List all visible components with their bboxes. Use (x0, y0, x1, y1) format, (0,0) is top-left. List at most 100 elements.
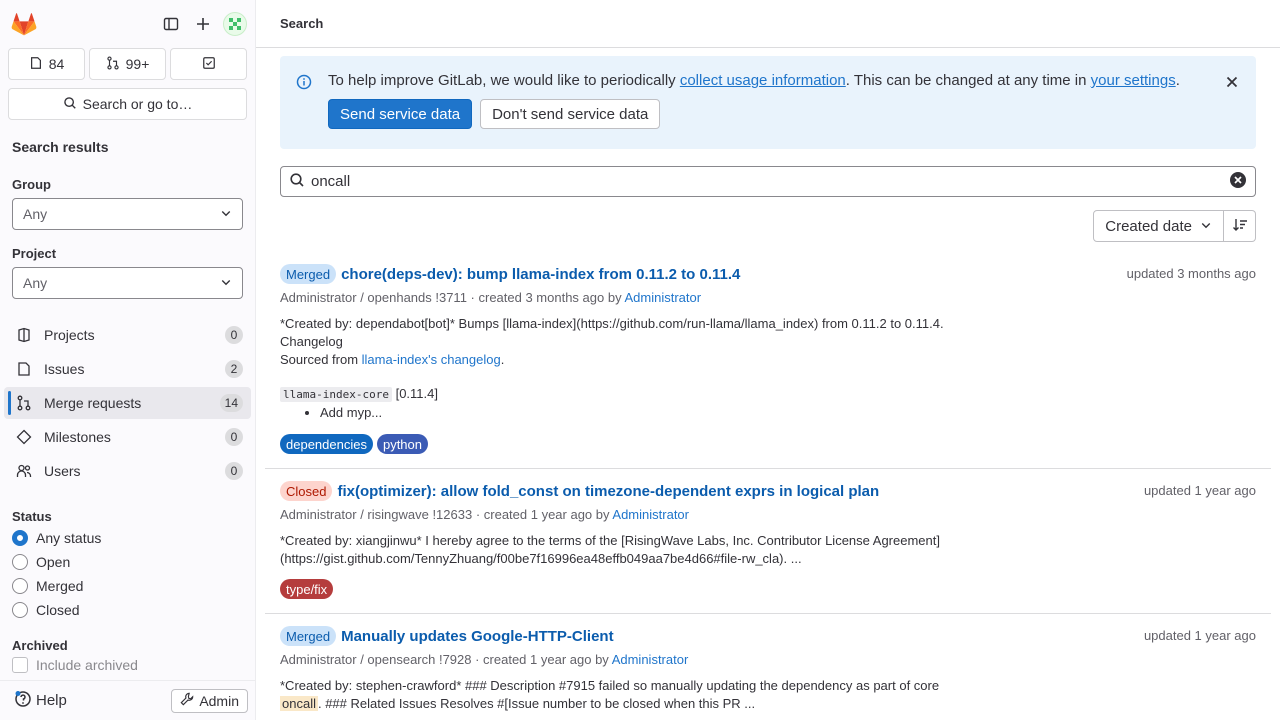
meta-path: Administrator / openhands !3711 · create… (280, 290, 625, 305)
label-type-fix[interactable]: type/fix (280, 579, 334, 599)
gitlab-logo-icon[interactable] (8, 8, 40, 40)
nav-item-issues[interactable]: Issues 2 (4, 353, 251, 385)
radio-button[interactable] (12, 554, 28, 570)
result-title-link[interactable]: fix(optimizer): allow fold_const on time… (337, 483, 879, 500)
author-link[interactable]: Administrator (612, 507, 689, 522)
status-any-radio[interactable]: Any status (12, 526, 243, 550)
code-snippet: llama-index-core (280, 387, 392, 402)
status-open-radio[interactable]: Open (12, 550, 243, 574)
help-button[interactable]: Help (14, 690, 67, 712)
chevron-down-icon (220, 206, 232, 222)
chevron-down-icon (220, 275, 232, 291)
desc-text: . (500, 352, 505, 367)
count-badge: 0 (225, 326, 243, 344)
plus-icon[interactable] (187, 8, 219, 40)
sidebar-footer: Help Admin (0, 680, 255, 720)
info-icon (296, 74, 312, 93)
sort-label: Created date (1105, 217, 1192, 235)
search-input[interactable]: oncall (280, 166, 1256, 197)
toggle-sidebar-icon[interactable] (155, 8, 187, 40)
status-closed-radio[interactable]: Closed (12, 598, 243, 622)
clear-icon[interactable] (1229, 171, 1247, 193)
merge-requests-count-button[interactable]: 99+ (89, 48, 166, 80)
sort-dropdown[interactable]: Created date (1093, 210, 1224, 242)
label-dependencies[interactable]: dependencies (280, 434, 373, 454)
desc-line: *Created by: stephen-crawford* ### Descr… (280, 678, 940, 693)
desc-text: . ### Related Issues Resolves #[Issue nu… (317, 696, 756, 711)
archived-label: Archived (12, 638, 68, 653)
changelog-link[interactable]: llama-index's changelog (362, 352, 501, 367)
status-badge: Closed (280, 481, 333, 501)
desc-line: Sourced from llama-index's changelog. (280, 351, 1256, 369)
avatar[interactable] (223, 12, 247, 36)
author-link[interactable]: Administrator (612, 652, 689, 667)
send-service-data-button[interactable]: Send service data (328, 99, 473, 129)
help-label: Help (36, 692, 67, 709)
radio-label: Open (36, 554, 71, 570)
author-link[interactable]: Administrator (624, 290, 701, 305)
checkbox[interactable] (12, 657, 28, 673)
wrench-icon (180, 692, 194, 709)
your-settings-link[interactable]: your settings (1091, 72, 1176, 89)
group-select[interactable]: Any (12, 198, 243, 230)
count-badge: 0 (225, 428, 243, 446)
label-python[interactable]: python (376, 434, 429, 454)
search-or-go-to-button[interactable]: Search or go to… (8, 88, 247, 120)
issues-icon (16, 361, 32, 377)
dont-send-service-data-button[interactable]: Don't send service data (480, 99, 661, 129)
nav-item-users[interactable]: Users 0 (4, 455, 251, 487)
project-icon (16, 327, 32, 343)
list-item: Merged Manually updates Google-HTTP-Clie… (265, 614, 1271, 720)
close-icon[interactable] (1224, 74, 1240, 93)
project-select[interactable]: Any (12, 267, 243, 299)
todo-button[interactable] (170, 48, 247, 80)
desc-line: oncall. ### Related Issues Resolves #[Is… (280, 695, 1256, 713)
radio-button[interactable] (12, 530, 28, 546)
nav-item-merge-requests[interactable]: Merge requests 14 (4, 387, 251, 419)
radio-button[interactable] (12, 602, 28, 618)
todo-icon (202, 56, 216, 73)
list-item: Closed fix(optimizer): allow fold_const … (265, 469, 1271, 614)
sidebar: 84 99+ Search or go to… Search results G… (0, 0, 256, 720)
nav-item-label: Issues (44, 361, 85, 377)
nav-item-label: Merge requests (44, 395, 142, 411)
results-list: Merged chore(deps-dev): bump llama-index… (265, 252, 1271, 720)
result-meta: Administrator / risingwave !12633 · crea… (280, 507, 1256, 522)
result-description: *Created by: xiangjinwu* I hereby agree … (280, 532, 1256, 568)
admin-label: Admin (199, 692, 239, 709)
merge-requests-count: 99+ (125, 56, 150, 72)
admin-button[interactable]: Admin (171, 688, 248, 713)
nav-item-projects[interactable]: Projects 0 (4, 319, 251, 351)
sort-direction-button[interactable] (1224, 210, 1256, 242)
updated-time: updated 1 year ago (1143, 628, 1256, 643)
group-select-value: Any (23, 206, 48, 222)
project-select-value: Any (23, 275, 48, 291)
users-icon (16, 463, 32, 479)
main-content: Search To help improve GitLab, we would … (256, 0, 1280, 720)
alert-text: To help improve GitLab, we would like to… (328, 72, 680, 89)
count-badge: 2 (225, 360, 243, 378)
radio-button[interactable] (12, 578, 28, 594)
search-icon (63, 96, 77, 113)
result-meta: Administrator / opensearch !7928 · creat… (280, 652, 1256, 667)
result-meta: Administrator / openhands !3711 · create… (280, 290, 1256, 305)
desc-line: *Created by: dependabot[bot]* Bumps [lla… (280, 316, 944, 331)
include-archived-checkbox[interactable]: Include archived (12, 653, 243, 677)
desc-bullet: Add myp... (320, 404, 1256, 422)
alert-text: . This can be changed at any time in (845, 72, 1091, 89)
status-merged-radio[interactable]: Merged (12, 574, 243, 598)
breadcrumb: Search (256, 0, 1280, 48)
nav-item-milestones[interactable]: Milestones 0 (4, 421, 251, 453)
issues-count: 84 (48, 56, 65, 72)
search-icon (289, 172, 305, 192)
search-results-title: Search results (12, 139, 109, 155)
milestone-icon (16, 429, 32, 445)
result-title-link[interactable]: chore(deps-dev): bump llama-index from 0… (341, 266, 740, 283)
status-badge: Merged (280, 626, 337, 646)
issues-count-button[interactable]: 84 (8, 48, 85, 80)
alert-message: To help improve GitLab, we would like to… (328, 72, 1240, 90)
group-label: Group (12, 177, 51, 192)
result-title-link[interactable]: Manually updates Google-HTTP-Client (341, 628, 614, 645)
collect-usage-link[interactable]: collect usage information (680, 72, 846, 89)
updated-time: updated 1 year ago (1143, 483, 1256, 498)
